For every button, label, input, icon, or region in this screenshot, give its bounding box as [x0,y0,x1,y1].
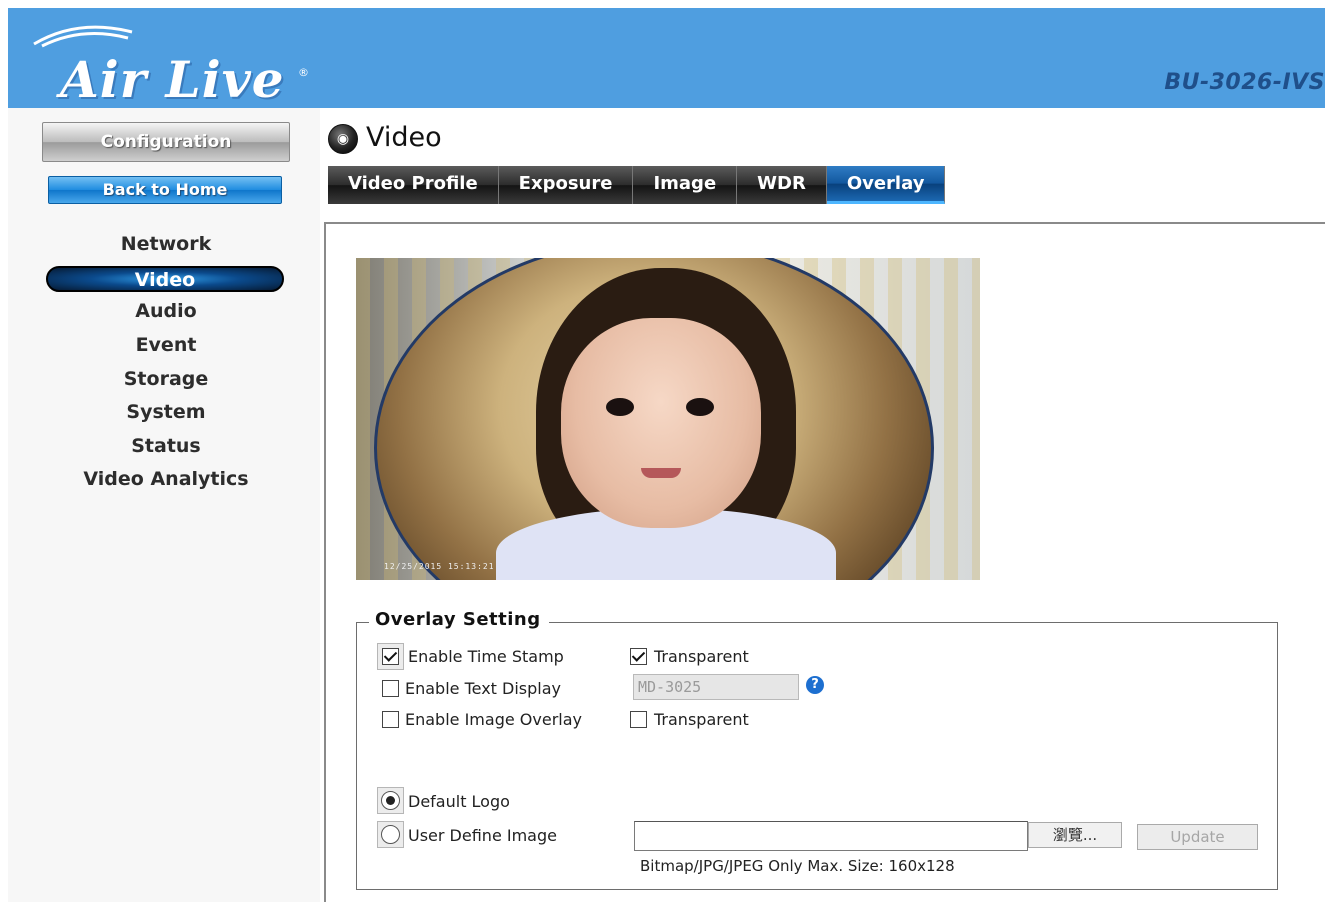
enable-time-stamp-label: Enable Time Stamp [408,647,564,666]
tab-bar: Video Profile Exposure Image WDR Overlay [328,166,946,204]
default-logo-label: Default Logo [408,792,510,811]
enable-image-overlay-checkbox[interactable] [382,711,399,728]
page-title: Video [366,122,442,153]
sidebar-item-event[interactable]: Event [8,331,324,359]
tab-image[interactable]: Image [633,166,738,204]
help-icon[interactable]: ? [806,676,824,694]
enable-text-display-checkbox[interactable] [382,680,399,697]
content-panel: 12/25/2015 15:13:21 Overlay Setting Enab… [324,222,1325,902]
overlay-setting-legend: Overlay Setting [369,609,549,630]
logo-text: Air Live [60,50,285,109]
enable-time-stamp-checkbox[interactable] [382,648,399,665]
video-preview: 12/25/2015 15:13:21 [356,258,980,580]
camera-icon: ◉ [328,124,358,154]
configuration-button[interactable]: Configuration [42,122,290,162]
video-subject-eye [686,398,714,416]
sidebar-item-video[interactable]: Video [46,266,284,292]
timestamp-transparent-label: Transparent [654,647,749,666]
file-path-input[interactable] [634,821,1028,851]
image-overlay-transparent-label: Transparent [654,710,749,729]
video-subject-face [561,318,761,528]
header-bar: Air Live ® BU-3026-IVS [8,8,1325,109]
model-name: BU-3026-IVS [1164,70,1325,95]
text-display-input[interactable]: MD-3025 [633,674,799,700]
timestamp-transparent-checkbox[interactable] [630,648,647,665]
overlay-setting-group: Overlay Setting Enable Time Stamp Transp… [356,609,1278,890]
tab-overlay[interactable]: Overlay [826,166,946,204]
user-define-image-label: User Define Image [408,826,557,845]
enable-text-display-label: Enable Text Display [405,679,562,698]
image-overlay-transparent-checkbox[interactable] [630,711,647,728]
tab-exposure[interactable]: Exposure [498,166,634,204]
sidebar-item-audio[interactable]: Audio [8,297,324,325]
tab-video-profile[interactable]: Video Profile [328,166,499,204]
tab-wdr[interactable]: WDR [737,166,827,204]
back-to-home-button[interactable]: Back to Home [48,176,282,204]
enable-image-overlay-label: Enable Image Overlay [405,710,582,729]
update-button[interactable]: Update [1137,824,1258,850]
user-define-image-radio[interactable] [381,825,400,844]
main-panel: ◉ Video Video Profile Exposure Image WDR… [320,108,1325,902]
video-subject-eye [606,398,634,416]
default-logo-radio[interactable] [381,791,400,810]
browse-button[interactable]: 瀏覽... [1028,822,1122,848]
sidebar: Configuration Back to Home Network Video… [8,108,320,902]
sidebar-item-video-analytics[interactable]: Video Analytics [8,465,324,493]
airlive-logo: Air Live ® [28,22,309,109]
sidebar-item-network[interactable]: Network [8,230,324,258]
logo-registered: ® [298,66,309,79]
sidebar-item-system[interactable]: System [8,398,324,426]
video-timestamp: 12/25/2015 15:13:21 [384,562,495,571]
sidebar-item-storage[interactable]: Storage [8,365,324,393]
file-format-hint: Bitmap/JPG/JPEG Only Max. Size: 160x128 [640,857,955,875]
sidebar-item-status[interactable]: Status [8,432,324,460]
wifi-arc-icon [33,25,133,48]
video-subject-mouth [641,468,681,478]
